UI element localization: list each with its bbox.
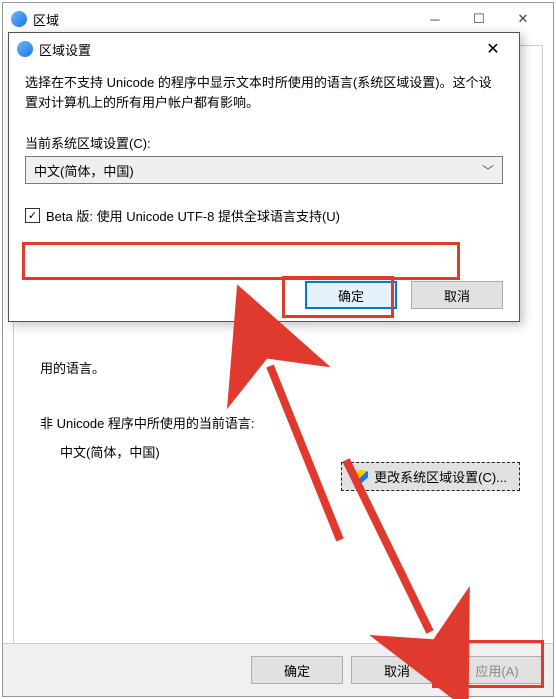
region-settings-body: 选择在不支持 Unicode 的程序中显示文本时所使用的语言(系统区域设置)。这… xyxy=(9,65,519,321)
region-settings-title: 区域设置 xyxy=(39,40,475,59)
current-locale-label: 当前系统区域设置(C): xyxy=(25,133,503,152)
region-cancel-button[interactable]: 取消 xyxy=(351,656,443,684)
globe-icon xyxy=(11,11,27,27)
change-locale-button[interactable]: 更改系统区域设置(C)... xyxy=(341,462,520,491)
region-apply-button[interactable]: 应用(A) xyxy=(451,656,543,684)
inner-window-controls: ✕ xyxy=(475,33,511,65)
close-icon[interactable]: ✕ xyxy=(475,33,511,65)
utf8-checkbox[interactable]: ✓ Beta 版: 使用 Unicode UTF-8 提供全球语言支持(U) xyxy=(25,206,503,225)
maximize-icon[interactable]: ☐ xyxy=(457,3,501,35)
current-locale-combobox[interactable]: 中文(简体，中国) ﹀ xyxy=(25,156,503,184)
minimize-icon[interactable]: ─ xyxy=(413,3,457,35)
shield-icon xyxy=(354,470,368,484)
region-settings-dialog: 区域设置 ✕ 选择在不支持 Unicode 的程序中显示文本时所使用的语言(系统… xyxy=(8,32,520,322)
settings-ok-button[interactable]: 确定 xyxy=(305,281,397,309)
current-locale-value: 中文(简体，中国) xyxy=(34,161,134,180)
region-button-bar: 确定 取消 应用(A) xyxy=(3,643,553,696)
checkbox-icon: ✓ xyxy=(25,208,40,223)
region-settings-button-row: 确定 取消 xyxy=(305,281,503,309)
utf8-checkbox-label: Beta 版: 使用 Unicode UTF-8 提供全球语言支持(U) xyxy=(46,206,340,225)
region-ok-button[interactable]: 确定 xyxy=(251,656,343,684)
chevron-down-icon: ﹀ xyxy=(482,162,494,179)
lang-fragment: 用的语言。 xyxy=(40,358,530,377)
non-unicode-heading: 非 Unicode 程序中所使用的当前语言: xyxy=(40,413,530,432)
close-icon[interactable]: ✕ xyxy=(501,3,545,35)
region-settings-desc: 选择在不支持 Unicode 的程序中显示文本时所使用的语言(系统区域设置)。这… xyxy=(25,73,503,113)
globe-icon xyxy=(17,41,33,57)
region-settings-titlebar: 区域设置 ✕ xyxy=(9,33,519,65)
settings-cancel-button[interactable]: 取消 xyxy=(411,281,503,309)
change-locale-label: 更改系统区域设置(C)... xyxy=(374,467,507,486)
non-unicode-value: 中文(简体，中国) xyxy=(60,442,530,461)
region-titlebar: 区域 ─ ☐ ✕ xyxy=(3,3,553,35)
region-title: 区域 xyxy=(33,10,413,29)
window-controls: ─ ☐ ✕ xyxy=(413,3,545,35)
